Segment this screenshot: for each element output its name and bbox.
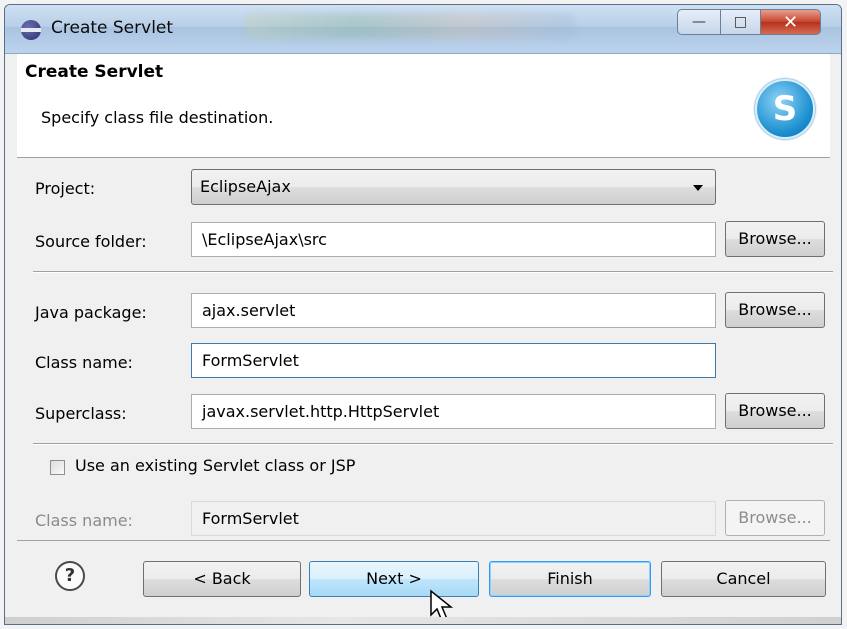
close-button[interactable]: ✕ — [761, 9, 821, 35]
create-servlet-dialog: Create Servlet — □ ✕ Create Servlet Spec… — [4, 4, 842, 625]
use-existing-label[interactable]: Use an existing Servlet class or JSP — [75, 456, 355, 475]
separator — [33, 443, 833, 445]
footer-separator — [17, 540, 830, 541]
window-controls: — □ ✕ — [677, 9, 821, 37]
java-package-browse-button[interactable]: Browse... — [725, 292, 825, 328]
superclass-field[interactable]: javax.servlet.http.HttpServlet — [191, 394, 716, 429]
minimize-button[interactable]: — — [677, 9, 721, 35]
maximize-icon: □ — [733, 14, 748, 30]
finish-button[interactable]: Finish — [489, 561, 651, 597]
wizard-description: Specify class file destination. — [41, 108, 274, 127]
help-icon[interactable]: ? — [55, 561, 85, 591]
cancel-button[interactable]: Cancel — [661, 561, 826, 597]
class-name-label: Class name: — [35, 353, 133, 372]
superclass-browse-button[interactable]: Browse... — [725, 393, 825, 429]
window-title: Create Servlet — [51, 18, 174, 38]
chevron-down-icon — [693, 185, 703, 191]
class-name-field[interactable]: FormServlet — [191, 343, 716, 378]
blurred-toolbar-background — [245, 13, 575, 39]
java-package-field[interactable]: ajax.servlet — [191, 293, 716, 328]
wizard-header: Create Servlet Specify class file destin… — [17, 54, 830, 158]
java-package-label: Java package: — [35, 303, 147, 322]
use-existing-checkbox[interactable] — [50, 460, 65, 475]
superclass-label: Superclass: — [35, 404, 127, 423]
existing-class-name-label: Class name: — [35, 511, 133, 530]
project-dropdown[interactable]: EclipseAjax — [191, 169, 716, 205]
title-bar[interactable]: Create Servlet — □ ✕ — [5, 5, 841, 54]
existing-class-browse-button: Browse... — [725, 500, 825, 536]
minimize-icon: — — [692, 14, 706, 30]
project-label: Project: — [35, 179, 96, 198]
maximize-button[interactable]: □ — [721, 9, 761, 35]
wizard-title: Create Servlet — [25, 62, 164, 82]
source-folder-label: Source folder: — [35, 232, 147, 251]
source-folder-field[interactable]: \EclipseAjax\src — [191, 222, 716, 257]
servlet-s-icon: S — [755, 79, 815, 139]
back-button[interactable]: < Back — [143, 561, 301, 597]
source-folder-browse-button[interactable]: Browse... — [725, 221, 825, 257]
background-strip — [5, 617, 841, 624]
eclipse-icon — [21, 20, 41, 40]
close-icon: ✕ — [782, 11, 799, 33]
existing-class-name-field: FormServlet — [191, 501, 716, 536]
separator — [33, 271, 833, 273]
project-selected-value: EclipseAjax — [200, 177, 291, 196]
